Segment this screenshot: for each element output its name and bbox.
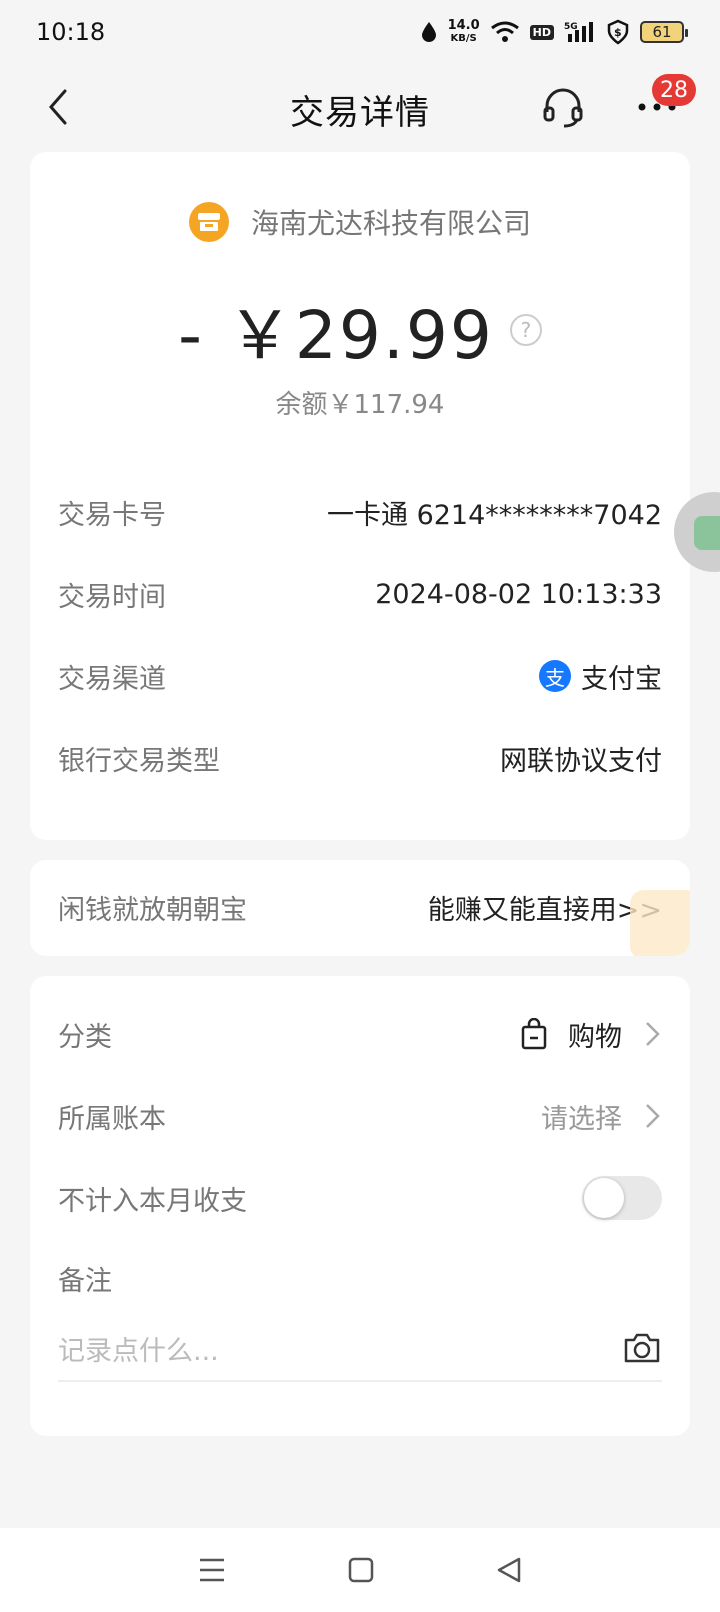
header: 交易详情 [0,64,720,154]
ledger-value: 请选择 [541,1103,622,1135]
promo-label: 闲钱就放朝朝宝 [58,895,247,926]
detail-row-channel: 交易渠道 支 支付宝 [58,656,662,696]
svg-text:$: $ [614,26,622,39]
detail-value: 网联协议支付 [500,745,662,777]
notification-badge: 28 [652,74,696,106]
ledger-label: 所属账本 [58,1103,166,1135]
note-label-row: 备注 [58,1256,662,1300]
home-icon[interactable] [347,1556,375,1584]
detail-label: 交易时间 [58,581,166,613]
camera-icon[interactable] [622,1331,662,1365]
help-icon[interactable]: ? [509,314,542,346]
exclude-label: 不计入本月收支 [58,1185,247,1217]
detail-row-card-number: 交易卡号 一卡通 6214********7042 [58,492,662,532]
amount-row: - ￥29.99 ? [30,282,690,378]
category-row[interactable]: 分类 购物 [58,1012,662,1056]
system-nav-bar [0,1528,720,1612]
alipay-icon: 支 [539,660,571,692]
status-time: 10:18 [36,18,106,46]
note-input[interactable]: 记录点什么... [58,1326,662,1382]
chevron-left-icon [49,89,67,125]
status-icons: 14.0 KB/S HD 5G $ 61 [420,18,688,45]
ledger-value-group: 请选择 [541,1097,662,1136]
merchant-name: 海南尤达科技有限公司 [250,207,531,240]
toggle-knob [584,1178,624,1218]
shopping-bag-icon [521,1018,547,1050]
detail-label: 交易卡号 [58,499,166,531]
channel-name: 支付宝 [581,663,662,695]
customer-service-button[interactable] [540,84,586,130]
coin-icon [630,890,690,956]
back-triangle-icon[interactable] [495,1556,523,1584]
status-bar: 10:18 14.0 KB/S HD 5G $ 61 [0,0,720,64]
drop-icon [421,22,436,42]
exclude-row: 不计入本月收支 [58,1176,662,1220]
back-button[interactable] [38,84,78,130]
detail-row-time: 交易时间 2024-08-02 10:13:33 [58,574,662,614]
store-icon [188,202,229,242]
balance-text: 余额￥117.94 [275,390,445,420]
category-label: 分类 [58,1021,112,1053]
category-value: 购物 [568,1021,622,1053]
category-value-group: 购物 [520,1015,662,1054]
note-placeholder: 记录点什么... [58,1335,219,1367]
note-label: 备注 [58,1265,112,1297]
promo-link[interactable]: 能赚又能直接用>> [428,888,662,927]
chevron-right-icon [646,1022,660,1046]
transaction-amount: - ￥29.99 [178,297,494,374]
merchant-row: 海南尤达科技有限公司 [30,202,690,242]
detail-value-channel: 支 支付宝 [539,657,662,696]
wifi-icon [490,21,519,42]
page-title: 交易详情 [290,92,430,133]
transaction-card: 海南尤达科技有限公司 - ￥29.99 ? 余额￥117.94 交易卡号 一卡通… [30,152,690,840]
options-card: 分类 购物 所属账本 请选择 不计入本月收支 备注 记录点什么... [30,976,690,1436]
detail-label: 交易渠道 [58,663,166,695]
network-speed: 14.0 KB/S [447,18,480,44]
detail-label: 银行交易类型 [58,745,220,777]
ledger-row[interactable]: 所属账本 请选择 [58,1094,662,1138]
menu-icon[interactable] [197,1556,227,1584]
battery-indicator: 61 [640,21,688,43]
hd-badge: HD [529,24,554,40]
detail-row-bank-type: 银行交易类型 网联协议支付 [58,738,662,778]
chat-icon [694,516,720,550]
headset-icon [543,88,583,128]
detail-value: 一卡通 6214********7042 [326,499,662,531]
detail-value: 2024-08-02 10:13:33 [375,578,662,610]
signal-icon: 5G [564,22,593,42]
chevron-right-icon [646,1104,660,1128]
shield-icon: $ [607,19,629,45]
promo-card[interactable]: 闲钱就放朝朝宝 能赚又能直接用>> [30,860,690,956]
exclude-toggle[interactable] [582,1176,662,1220]
